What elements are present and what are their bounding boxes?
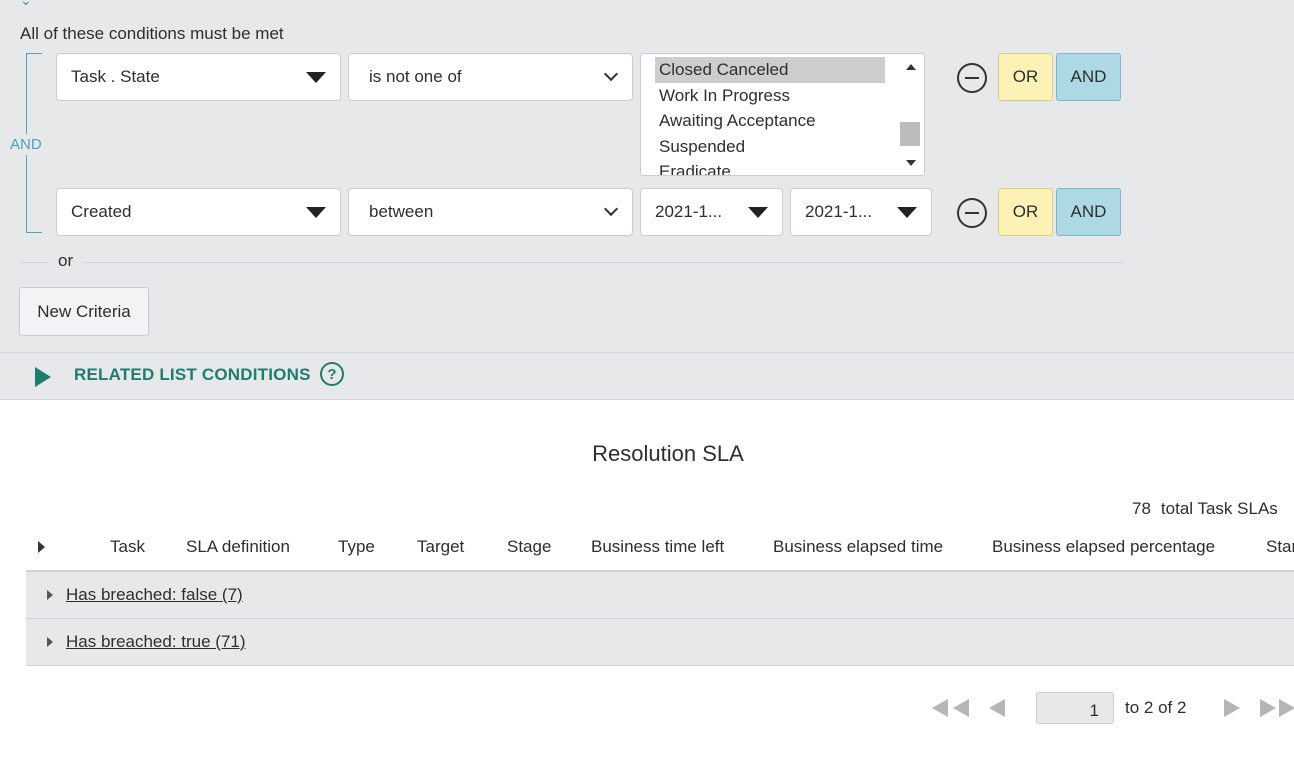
or-button[interactable]: OR xyxy=(998,188,1053,236)
group-link[interactable]: Has breached: false (7) xyxy=(66,585,243,605)
previous-page-icon[interactable] xyxy=(989,699,1005,717)
scroll-down-icon[interactable] xyxy=(906,160,916,166)
column-header-type[interactable]: Type xyxy=(338,537,375,557)
column-header-task[interactable]: Task xyxy=(110,537,145,557)
first-page-icon-part[interactable] xyxy=(953,699,969,717)
scroll-thumb[interactable] xyxy=(900,122,920,146)
state-multiselect-list[interactable]: Closed Canceled Work In Progress Awaiting … xyxy=(640,53,925,176)
caret-down-icon xyxy=(748,206,768,218)
and-button[interactable]: AND xyxy=(1056,53,1121,101)
total-count-label: total Task SLAs xyxy=(1160,499,1278,518)
date-to-select[interactable]: 2021-1... xyxy=(790,188,932,236)
total-count: 78 total Task SLAs xyxy=(1132,499,1278,519)
or-divider-label: or xyxy=(48,251,84,271)
chevron-down-icon xyxy=(603,201,619,217)
condition-field-select[interactable]: Created xyxy=(56,188,341,236)
column-header-sla-definition[interactable]: SLA definition xyxy=(186,537,290,557)
date-from-value: 2021-1... xyxy=(655,202,723,221)
expand-group-icon[interactable] xyxy=(47,590,53,600)
column-header-target[interactable]: Target xyxy=(417,537,464,557)
state-option[interactable]: Suspended xyxy=(655,134,885,160)
list-title: Resolution SLA xyxy=(592,441,744,466)
next-page-icon[interactable] xyxy=(1224,699,1240,717)
state-option[interactable]: Closed Canceled xyxy=(655,57,885,83)
state-option[interactable]: Eradicate xyxy=(655,159,885,175)
column-header-start-time[interactable]: Start time xyxy=(1266,537,1294,557)
and-button[interactable]: AND xyxy=(1056,188,1121,236)
conditions-title: All of these conditions must be met xyxy=(20,24,284,43)
related-list-conditions-label[interactable]: RELATED LIST CONDITIONS xyxy=(74,365,311,385)
condition-builder: ⌄ All of these conditions must be met AN… xyxy=(0,0,1294,352)
group-link[interactable]: Has breached: true (71) xyxy=(66,632,246,652)
condition-operator-select[interactable]: between xyxy=(348,188,633,236)
page-range-text: to 2 of 2 xyxy=(1125,698,1187,717)
page-number-input[interactable] xyxy=(1036,692,1114,724)
total-count-number: 78 xyxy=(1132,499,1151,518)
caret-down-icon xyxy=(306,71,326,83)
group-row[interactable]: Has breached: true (71) xyxy=(26,619,1294,666)
column-header-business-elapsed-percentage[interactable]: Business elapsed percentage xyxy=(992,537,1215,557)
remove-condition-icon[interactable] xyxy=(957,198,987,228)
expand-group-icon[interactable] xyxy=(47,637,53,647)
condition-field-select[interactable]: Task . State xyxy=(56,53,341,101)
condition-operator-select[interactable]: is not one of xyxy=(348,53,633,101)
column-header-stage[interactable]: Stage xyxy=(507,537,551,557)
scroll-up-icon[interactable] xyxy=(906,64,916,70)
new-criteria-button[interactable]: New Criteria xyxy=(19,287,149,336)
related-list-conditions-bar[interactable]: RELATED LIST CONDITIONS ? xyxy=(0,352,1294,400)
caret-down-icon xyxy=(306,206,326,218)
help-icon[interactable]: ? xyxy=(320,362,344,386)
state-options: Closed Canceled Work In Progress Awaiting … xyxy=(641,54,924,175)
condition-operator-value: between xyxy=(369,202,434,221)
and-connector-label: AND xyxy=(8,134,44,155)
group-row[interactable]: Has breached: false (7) xyxy=(26,572,1294,619)
last-page-icon-part[interactable] xyxy=(1279,699,1294,717)
date-from-select[interactable]: 2021-1... xyxy=(640,188,783,236)
column-header-business-time-left[interactable]: Business time left xyxy=(591,537,724,557)
remove-condition-icon[interactable] xyxy=(957,63,987,93)
date-to-value: 2021-1... xyxy=(805,202,873,221)
condition-field-value: Created xyxy=(71,202,132,221)
chevron-down-icon[interactable]: ⌄ xyxy=(20,0,32,9)
table-header: Task SLA definition Type Target Stage Bu… xyxy=(26,525,1294,572)
last-page-icon[interactable] xyxy=(1260,699,1276,717)
or-button[interactable]: OR xyxy=(998,53,1053,101)
chevron-down-icon xyxy=(603,66,619,82)
state-option[interactable]: Awaiting Acceptance xyxy=(655,108,885,134)
column-header-business-elapsed-time[interactable]: Business elapsed time xyxy=(773,537,943,557)
expand-all-icon[interactable] xyxy=(38,541,45,553)
state-option[interactable]: Work In Progress xyxy=(655,83,885,109)
or-divider-line xyxy=(20,262,1123,263)
condition-operator-value: is not one of xyxy=(369,67,462,86)
expand-triangle-icon[interactable] xyxy=(35,367,51,387)
caret-down-icon xyxy=(897,206,917,218)
listbox-scrollbar[interactable] xyxy=(900,56,922,174)
condition-field-value: Task . State xyxy=(71,67,160,86)
first-page-icon[interactable] xyxy=(932,699,948,717)
